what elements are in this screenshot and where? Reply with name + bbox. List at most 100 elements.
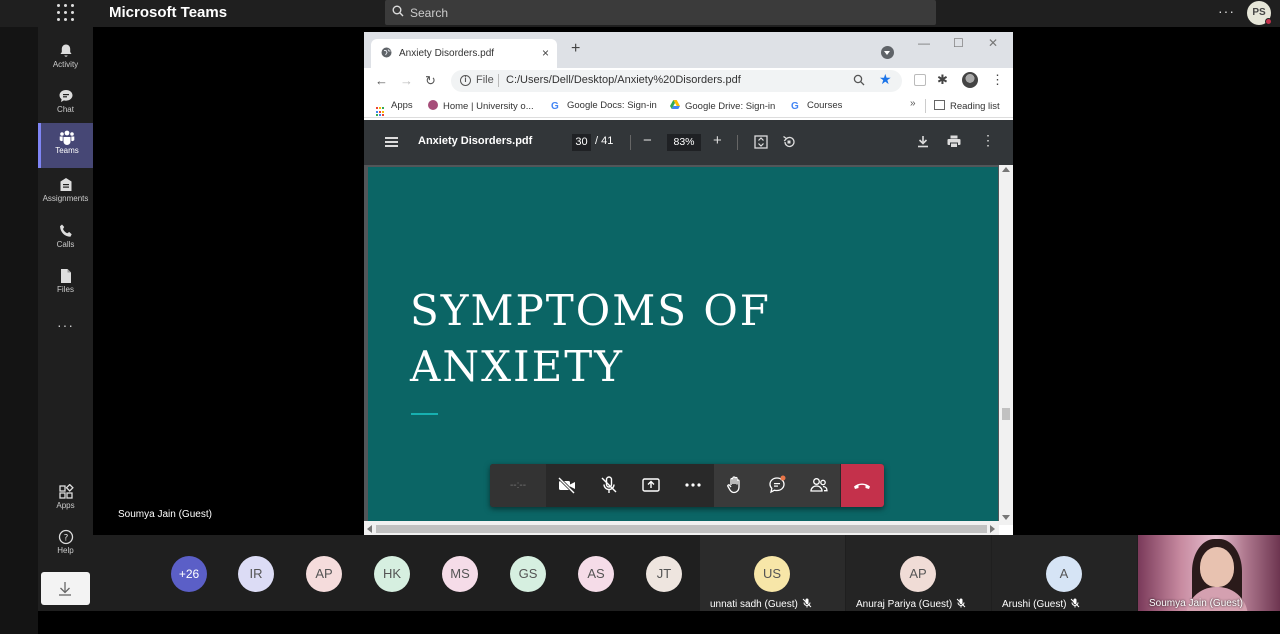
leave-call-button[interactable] [841,464,884,507]
reading-list[interactable]: Reading list [934,100,1000,112]
nav-help[interactable]: ? Help [38,523,93,567]
fit-page-icon[interactable] [754,135,768,149]
participant-video-tile[interactable]: Soumya Jain (Guest) [1138,535,1280,611]
participant-tile[interactable]: AP Anuraj Pariya (Guest) [846,535,991,611]
bookmarks-overflow-icon[interactable]: » [910,98,916,109]
apps-grid-icon [376,107,386,117]
app-launcher-icon[interactable] [56,3,76,23]
raise-hand-button[interactable] [714,464,756,507]
more-options-icon[interactable]: ··· [1218,3,1235,19]
participant-avatar[interactable]: AS [578,556,614,592]
bookmark-university[interactable]: Home | University o... [428,100,534,112]
mic-muted-icon [1071,598,1080,608]
chat-button[interactable] [756,464,798,507]
video-face [1200,547,1234,587]
zoom-icon[interactable] [853,74,865,86]
nav-assignments-label: Assignments [42,194,89,203]
nav-apps-label: Apps [56,501,75,510]
mic-muted-icon [956,598,966,608]
download-icon[interactable] [917,135,929,148]
search-box[interactable]: Search [385,0,936,25]
participant-avatar[interactable]: GS [510,556,546,592]
camera-toggle-button[interactable] [546,464,588,507]
profile-avatar[interactable]: PS [1247,1,1272,25]
google-g-icon: G [791,101,799,112]
bookmark-star-icon[interactable]: ★ [879,71,892,88]
minimize-icon[interactable]: — [918,36,930,50]
forward-icon[interactable]: → [400,73,413,88]
nav-files-label: Files [57,285,74,294]
participant-tile[interactable]: A Arushi (Guest) [992,535,1137,611]
app-bar: Activity Chat Teams Assignments Calls Fi… [38,27,93,611]
site-info-icon[interactable]: i [460,75,471,86]
bookmark-google-drive-label: Google Drive: Sign-in [685,101,776,112]
zoom-in-icon[interactable]: + [713,132,722,149]
print-icon[interactable] [947,135,961,148]
zoom-out-icon[interactable]: − [643,132,652,149]
participant-avatar[interactable]: IR [238,556,274,592]
nav-assignments[interactable]: Assignments [38,171,93,215]
download-button[interactable] [41,572,90,605]
extension-icon[interactable] [914,74,926,86]
bookmark-apps[interactable]: Apps [376,100,413,117]
rotate-icon[interactable] [782,135,796,149]
scroll-up-icon[interactable] [1002,167,1010,172]
bookmark-google-docs[interactable]: G Google Docs: Sign-in [551,100,657,112]
mic-off-icon [601,476,617,493]
participants-button[interactable] [798,464,840,507]
presenter-label: Soumya Jain (Guest) [118,509,212,520]
bookmark-google-drive[interactable]: Google Drive: Sign-in [670,100,775,112]
toolbar-divider [630,135,631,150]
scroll-right-icon[interactable] [990,525,995,533]
participant-avatar[interactable]: AP [306,556,342,592]
scroll-thumb[interactable] [1002,408,1010,420]
pdf-more-icon[interactable]: ⋮ [981,132,995,149]
overflow-participants[interactable]: +26 [171,556,207,592]
participant-name-text: unnati sadh (Guest) [710,599,798,610]
extensions-puzzle-icon[interactable]: ✱ [937,72,948,88]
bookmarks-divider [925,99,926,113]
nav-chat[interactable]: Chat [38,82,93,126]
url-divider [498,74,499,87]
browser-tab[interactable]: Anxiety Disorders.pdf × [371,39,557,68]
nav-teams[interactable]: Teams [38,123,93,168]
left-gutter [0,27,38,634]
bookmark-courses[interactable]: G Courses [791,100,842,112]
maximize-icon[interactable]: ☐ [953,36,964,50]
slide-accent-rule [411,413,438,415]
share-content-button[interactable] [630,464,672,507]
nav-files[interactable]: Files [38,262,93,306]
participant-avatar[interactable]: MS [442,556,478,592]
bookmarks-bar: Apps Home | University o... G Google Docs… [364,94,1013,118]
scroll-down-icon[interactable] [1002,515,1010,520]
tab-search-icon[interactable] [881,46,894,59]
back-icon[interactable]: ← [375,73,388,88]
scroll-left-icon[interactable] [367,525,372,533]
new-tab-icon[interactable]: + [571,40,580,58]
nav-calls[interactable]: Calls [38,217,93,261]
shared-browser-window: Anxiety Disorders.pdf × + — ☐ ✕ ← → ↻ i … [364,32,1013,536]
participant-avatar[interactable]: JT [646,556,682,592]
zoom-level-input[interactable]: 83% [667,134,701,151]
vertical-scrollbar[interactable] [999,165,1013,525]
page-number-input[interactable]: 30 [572,134,591,151]
address-bar[interactable]: i File C:/Users/Dell/Desktop/Anxiety%20D… [451,70,902,92]
reload-icon[interactable]: ↻ [425,73,436,89]
nav-more-apps-icon[interactable]: ··· [38,317,93,333]
nav-activity[interactable]: Activity [38,37,93,81]
nav-apps[interactable]: Apps [38,478,93,522]
browser-menu-icon[interactable]: ⋮ [991,72,1004,88]
browser-profile-avatar[interactable] [962,72,978,88]
mic-toggle-button[interactable] [588,464,630,507]
close-window-icon[interactable]: ✕ [988,36,998,50]
university-icon [428,100,438,110]
scroll-thumb[interactable] [376,525,987,533]
more-actions-button[interactable] [672,464,714,507]
search-placeholder: Search [410,6,449,20]
menu-icon[interactable] [385,137,398,147]
participant-tile[interactable]: US unnati sadh (Guest) [700,535,845,611]
participant-name: Soumya Jain (Guest) [1149,598,1243,609]
tab-close-icon[interactable]: × [542,46,549,60]
horizontal-scrollbar[interactable] [364,521,999,536]
participant-avatar[interactable]: HK [374,556,410,592]
